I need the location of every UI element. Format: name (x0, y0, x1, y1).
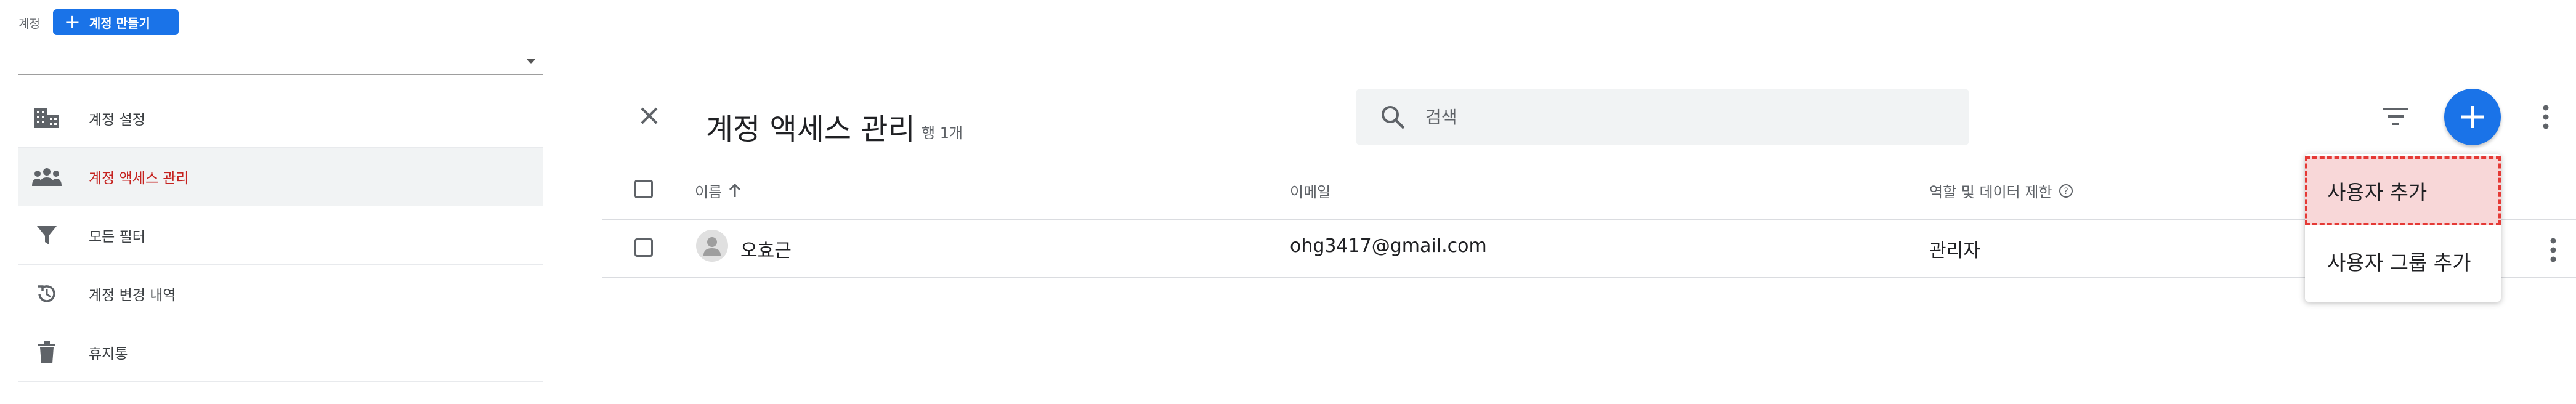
search-input[interactable] (1424, 106, 1919, 128)
user-name[interactable]: 오효근 (740, 235, 792, 262)
close-icon[interactable] (634, 101, 664, 131)
user-role: 관리자 (1929, 240, 1980, 262)
sidebar-item-trash[interactable]: 휴지통 (18, 323, 543, 381)
column-header-role: 역할 및 데이터 제한 ? (1929, 180, 2073, 201)
create-account-button[interactable]: + 계정 만들기 (53, 9, 179, 35)
column-header-email: 이메일 (1290, 180, 1331, 201)
row-count: 행 1개 (921, 124, 963, 142)
row-more-vert-icon[interactable] (2546, 236, 2560, 264)
building-icon (32, 107, 62, 129)
sidebar-item-all-filters[interactable]: 모든 필터 (18, 206, 543, 264)
sidebar-item-label: 계정 변경 내역 (89, 288, 176, 304)
page-title: 계정 액세스 관리 (706, 112, 915, 147)
sidebar-item-access-management[interactable]: 계정 액세스 관리 (18, 148, 543, 206)
row-checkbox[interactable] (634, 238, 653, 257)
dropdown-caret-icon (526, 59, 536, 64)
sidebar-item-label: 모든 필터 (89, 229, 145, 245)
table-row[interactable] (602, 220, 2576, 277)
column-header-name[interactable]: 이름 (695, 180, 742, 201)
person-icon (703, 237, 721, 256)
search-icon (1380, 104, 1406, 130)
column-header-label: 이름 (695, 184, 723, 201)
menu-item-add-user-group[interactable]: 사용자 그룹 추가 (2305, 227, 2501, 296)
people-icon (32, 168, 62, 186)
nav-divider (18, 381, 543, 382)
sidebar-item-label: 계정 액세스 관리 (89, 171, 189, 187)
account-label: 계정 (18, 17, 40, 31)
history-icon (32, 283, 62, 305)
avatar (696, 230, 728, 262)
account-selector[interactable] (18, 48, 543, 75)
more-vert-icon[interactable] (2539, 103, 2553, 131)
search-bar[interactable] (1356, 89, 1969, 145)
select-all-checkbox[interactable] (634, 180, 653, 198)
add-menu: 사용자 추가 사용자 그룹 추가 (2305, 154, 2501, 302)
svg-text:?: ? (2064, 187, 2068, 196)
trash-icon (32, 341, 62, 363)
sidebar-item-change-history[interactable]: 계정 변경 내역 (18, 265, 543, 323)
arrow-up-icon (728, 183, 742, 198)
column-header-label: 이메일 (1290, 184, 1331, 201)
column-header-label: 역할 및 데이터 제한 (1929, 184, 2052, 201)
menu-item-add-user[interactable]: 사용자 추가 (2305, 156, 2501, 225)
add-button[interactable] (2444, 89, 2501, 145)
sidebar-item-account-settings[interactable]: 계정 설정 (18, 89, 543, 147)
sidebar-item-label: 계정 설정 (89, 112, 145, 128)
user-email: ohg3417@gmail.com (1290, 235, 1487, 257)
sidebar-item-label: 휴지통 (89, 346, 128, 362)
table-divider (602, 277, 2576, 278)
create-account-label: 계정 만들기 (89, 15, 150, 31)
plus-icon (2461, 106, 2484, 128)
help-icon[interactable]: ? (2059, 184, 2073, 198)
filter-icon (32, 225, 62, 246)
filter-list-icon[interactable] (2381, 105, 2410, 127)
plus-icon: + (64, 9, 81, 33)
